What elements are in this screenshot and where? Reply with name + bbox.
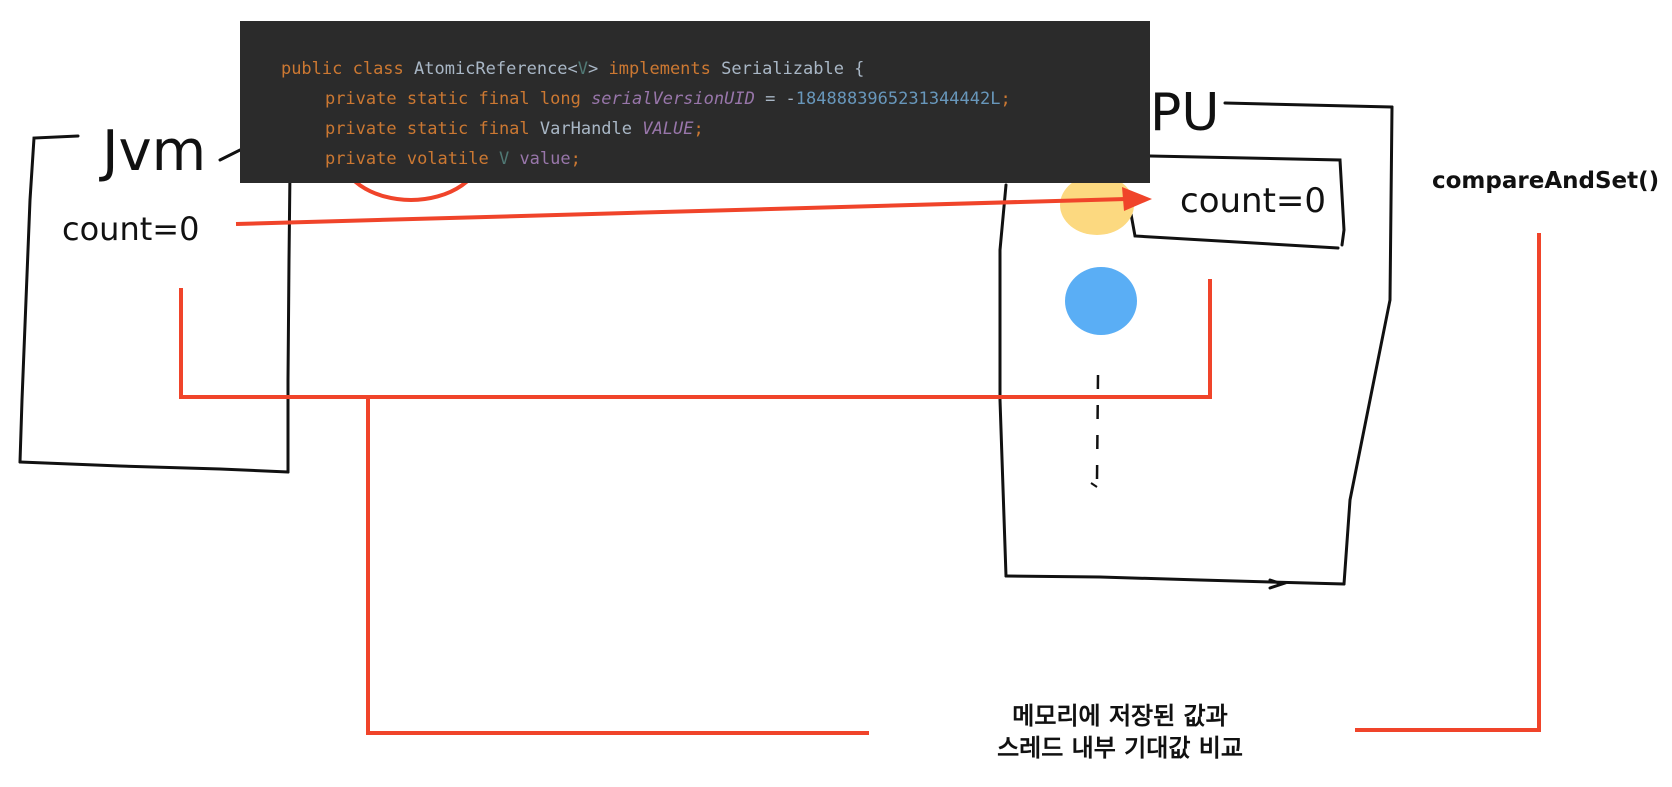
code-type-param: V [498, 149, 520, 169]
code-semicolon: ; [693, 119, 704, 139]
thread-dot-yellow [1060, 175, 1134, 235]
jvm-count-variable: count=0 [62, 210, 199, 248]
code-modifiers-volatile: private volatile [324, 149, 499, 169]
ellipsis-dash-end [1090, 482, 1098, 488]
caption: 메모리에 저장된 값과 스레드 내부 기대값 비교 [920, 700, 1320, 764]
jvm-label: Jvm [99, 119, 206, 184]
thread-dot-blue [1065, 267, 1137, 335]
compare-bracket [179, 233, 1541, 735]
cpu-label: PU [1150, 83, 1219, 143]
code-semicolon: ; [1000, 89, 1011, 109]
code-number-literal: 1848883965231344442L [795, 89, 1001, 109]
code-semicolon: ; [570, 149, 581, 169]
jvm-box [18, 134, 292, 474]
code-operator: = - [754, 89, 796, 109]
caption-line-1: 메모리에 저장된 값과 [1012, 702, 1228, 730]
code-line-volatile-value: private volatile V value; [284, 126, 581, 192]
caption-line-2: 스레드 내부 기대값 비교 [997, 734, 1243, 762]
code-field-value: value [519, 149, 571, 169]
ellipsis-dashes [1095, 374, 1100, 481]
code-field-value-constant: VALUE [642, 119, 694, 139]
code-snippet-panel: public class AtomicReference<V> implemen… [240, 21, 1150, 183]
cpu-count-variable: count=0 [1180, 181, 1326, 221]
compare-and-set-label: compareAndSet() [1432, 168, 1660, 194]
